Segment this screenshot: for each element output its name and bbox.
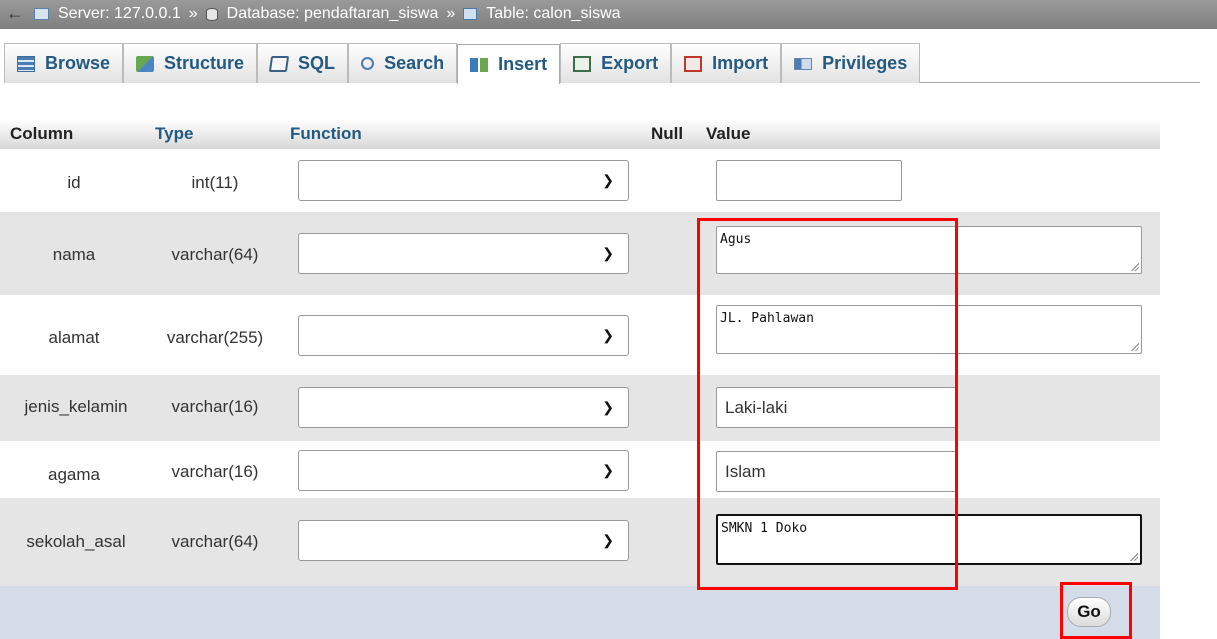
database-icon (205, 7, 218, 21)
tab-privileges[interactable]: Privileges (781, 43, 921, 83)
value-textarea[interactable]: SMKN 1 Doko (716, 514, 1142, 565)
tab-label: Structure (164, 53, 245, 73)
column-type: varchar(16) (171, 462, 259, 481)
value-input[interactable] (716, 160, 902, 201)
chevron-down-icon: ❯ (602, 462, 614, 478)
table-row: agama varchar(16) ❯ Islam (0, 441, 1160, 498)
tab-label: Export (601, 53, 659, 73)
tab-browse[interactable]: Browse (4, 43, 124, 83)
value-text: JL. Pahlawan (720, 311, 814, 326)
column-type: int(11) (191, 173, 239, 192)
export-icon (573, 55, 592, 72)
tab-label: Insert (498, 54, 548, 74)
table-row: alamat varchar(255) ❯ JL. Pahlawan (0, 295, 1160, 375)
chevron-down-icon: ❯ (602, 245, 614, 261)
tab-label: Import (712, 53, 769, 73)
tab-sql[interactable]: SQL (257, 43, 349, 83)
table-icon (463, 8, 478, 20)
breadcrumb-table[interactable]: Table: calon_siswa (486, 5, 620, 23)
column-type: varchar(16) (171, 397, 259, 416)
table-row: nama varchar(64) ❯ Agus (0, 212, 1160, 295)
tab-search[interactable]: Search (348, 43, 458, 83)
privileges-icon (794, 57, 813, 70)
header-column: Column (10, 124, 74, 143)
column-type: varchar(64) (171, 245, 259, 264)
breadcrumb-separator: » (188, 5, 198, 22)
tab-label: Search (384, 53, 445, 73)
tab-insert[interactable]: Insert (457, 44, 561, 84)
breadcrumb: Server: 127.0.0.1 » Database: pendaftara… (34, 5, 621, 23)
value-input[interactable]: Islam (716, 451, 958, 492)
browse-icon (17, 55, 35, 72)
tab-import[interactable]: Import (671, 43, 782, 83)
table-row: jenis_kelamin varchar(16) ❯ Laki-laki (0, 375, 1160, 441)
chevron-down-icon: ❯ (602, 399, 614, 415)
tab-structure[interactable]: Structure (123, 43, 258, 83)
insert-icon (470, 57, 489, 72)
column-type: varchar(255) (166, 328, 264, 347)
column-name: sekolah_asal (26, 532, 126, 551)
tab-bar: Browse Structure SQL Search Insert Expor… (0, 29, 1217, 92)
resize-grip-icon[interactable] (1130, 342, 1139, 351)
go-button[interactable]: Go (1067, 597, 1111, 627)
resize-grip-icon[interactable] (1129, 552, 1138, 561)
column-name: jenis_kelamin (24, 397, 128, 416)
value-input[interactable]: Laki-laki (716, 387, 958, 428)
value-textarea[interactable]: Agus (716, 226, 1142, 274)
back-arrow-icon[interactable]: ← (6, 3, 24, 24)
function-select[interactable]: ❯ (298, 160, 629, 201)
search-icon (361, 57, 375, 70)
form-footer (0, 586, 1160, 639)
table-header: Column Type Function Null Value (0, 119, 1160, 149)
function-select[interactable]: ❯ (298, 520, 629, 561)
column-type: varchar(64) (171, 532, 259, 551)
column-name: agama (48, 465, 100, 484)
value-text: SMKN 1 Doko (721, 521, 808, 536)
function-select[interactable]: ❯ (298, 450, 629, 491)
header-function[interactable]: Function (290, 124, 362, 144)
header-null: Null (651, 124, 684, 143)
tab-export[interactable]: Export (560, 43, 672, 83)
function-select[interactable]: ❯ (298, 387, 629, 428)
sql-icon (268, 55, 290, 72)
structure-icon (136, 55, 155, 72)
chevron-down-icon: ❯ (602, 172, 614, 188)
table-row: id int(11) ❯ (0, 149, 1160, 212)
breadcrumb-server[interactable]: Server: 127.0.0.1 (58, 5, 181, 23)
table-row: sekolah_asal varchar(64) ❯ SMKN 1 Doko (0, 498, 1160, 586)
tab-label: Browse (45, 53, 111, 73)
column-name: nama (52, 245, 96, 264)
breadcrumb-bar: ← Server: 127.0.0.1 » Database: pendafta… (0, 0, 1217, 29)
value-textarea[interactable]: JL. Pahlawan (716, 305, 1142, 354)
breadcrumb-separator: » (446, 5, 456, 22)
header-value: Value (706, 124, 751, 143)
breadcrumb-database[interactable]: Database: pendaftaran_siswa (227, 5, 439, 23)
tab-label: Privileges (822, 53, 908, 73)
import-icon (684, 55, 703, 72)
resize-grip-icon[interactable] (1130, 262, 1139, 271)
server-icon (34, 8, 49, 20)
function-select[interactable]: ❯ (298, 233, 629, 274)
function-select[interactable]: ❯ (298, 315, 629, 356)
tab-label: SQL (298, 53, 336, 73)
column-name: id (67, 173, 81, 192)
chevron-down-icon: ❯ (602, 327, 614, 343)
column-name: alamat (48, 328, 100, 347)
header-type[interactable]: Type (155, 124, 193, 144)
value-text: Agus (720, 232, 752, 247)
chevron-down-icon: ❯ (602, 532, 614, 548)
